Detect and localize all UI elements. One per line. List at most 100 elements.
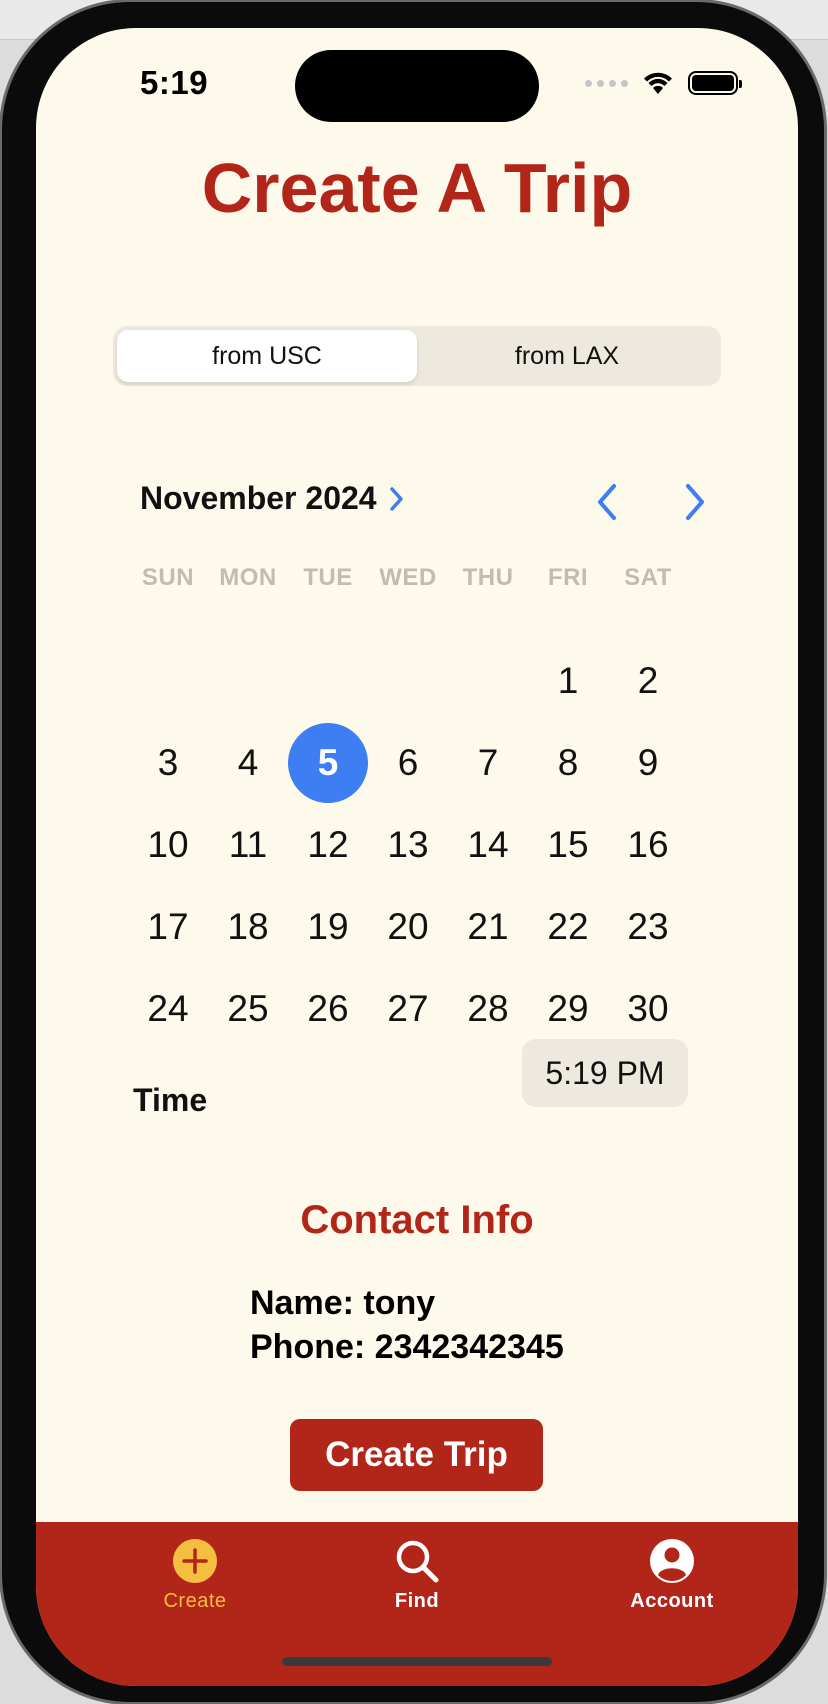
calendar-day-number: 1 <box>557 660 579 701</box>
calendar-day-number: 4 <box>237 742 259 783</box>
calendar-day[interactable]: 1 <box>528 640 608 722</box>
segment-from-usc[interactable]: from USC <box>117 330 417 382</box>
calendar-day-number: 23 <box>627 906 669 947</box>
tab-label: Find <box>394 1590 440 1612</box>
calendar-day[interactable]: 22 <box>528 886 608 968</box>
calendar-day[interactable]: 28 <box>448 968 528 1050</box>
app-screen: 5:19 Create A Trip from USC from LAX Nov… <box>36 28 798 1686</box>
weekday-label: TUE <box>303 564 353 591</box>
next-month-button[interactable] <box>674 480 714 524</box>
calendar-day[interactable]: 13 <box>368 804 448 886</box>
calendar-day-number: 27 <box>387 988 429 1029</box>
battery-icon <box>688 71 742 95</box>
contact-name: Name: tony <box>250 1284 436 1322</box>
time-picker-button[interactable]: 5:19 PM <box>522 1039 688 1107</box>
calendar-day-number: 17 <box>147 906 189 947</box>
calendar-day-number: 22 <box>547 906 589 947</box>
calendar-day-number: 29 <box>547 988 589 1029</box>
calendar-day[interactable]: 30 <box>608 968 688 1050</box>
calendar-day[interactable]: 19 <box>288 886 368 968</box>
weekday-label: SUN <box>141 564 195 591</box>
calendar-day[interactable]: 15 <box>528 804 608 886</box>
calendar-day[interactable]: 12 <box>288 804 368 886</box>
calendar-day-number: 19 <box>307 906 349 947</box>
tab-label: Account <box>630 1590 714 1612</box>
calendar-day-number: 7 <box>477 742 499 783</box>
calendar-day[interactable]: 24 <box>128 968 208 1050</box>
calendar-day[interactable]: 21 <box>448 886 528 968</box>
tab-find[interactable]: Find <box>332 1538 502 1613</box>
calendar-day-number: 3 <box>157 742 179 783</box>
segment-from-lax[interactable]: from LAX <box>417 330 717 382</box>
weekday-label: FRI <box>547 564 589 591</box>
previous-month-button[interactable] <box>588 480 628 524</box>
calendar-empty-cell <box>288 640 368 722</box>
calendar-day[interactable]: 11 <box>208 804 288 886</box>
calendar-day[interactable]: 4 <box>208 722 288 804</box>
weekday-label: SAT <box>624 564 672 591</box>
chevron-right-icon <box>389 486 403 511</box>
calendar-day-number: 5 <box>288 723 368 803</box>
calendar-day[interactable]: 20 <box>368 886 448 968</box>
calendar-empty-cell <box>208 640 288 722</box>
weekday-label: WED <box>379 564 437 591</box>
calendar-day[interactable]: 8 <box>528 722 608 804</box>
calendar-day[interactable]: 6 <box>368 722 448 804</box>
calendar-day-number <box>368 641 448 721</box>
status-bar-icons <box>585 68 742 98</box>
calendar-day-number: 25 <box>227 988 269 1029</box>
person-circle-icon <box>650 1539 694 1583</box>
tab-label: Create <box>163 1590 227 1612</box>
calendar-day[interactable]: 7 <box>448 722 528 804</box>
time-label: Time <box>133 1082 208 1118</box>
calendar-day[interactable]: 26 <box>288 968 368 1050</box>
calendar-day-number: 28 <box>467 988 509 1029</box>
weekday-label: MON <box>219 564 277 591</box>
plus-circle-icon <box>173 1539 217 1583</box>
weekday-label: THU <box>462 564 514 591</box>
calendar-day-number: 10 <box>147 824 189 865</box>
calendar-day[interactable]: 18 <box>208 886 288 968</box>
create-trip-button[interactable]: Create Trip <box>290 1419 543 1491</box>
route-segmented-control: from USC from LAX <box>113 326 721 386</box>
calendar-day[interactable]: 29 <box>528 968 608 1050</box>
calendar-day[interactable]: 3 <box>128 722 208 804</box>
calendar-empty-cell <box>128 640 208 722</box>
dynamic-island <box>295 50 539 122</box>
calendar-day-number: 12 <box>307 824 349 865</box>
tab-account[interactable]: Account <box>587 1538 757 1613</box>
calendar-day[interactable]: 14 <box>448 804 528 886</box>
calendar-day-number: 16 <box>627 824 669 865</box>
calendar-day-number: 24 <box>147 988 189 1029</box>
calendar-day-number: 8 <box>557 742 579 783</box>
calendar-day-number: 26 <box>307 988 349 1029</box>
calendar-day-number <box>128 641 208 721</box>
calendar-day-number <box>448 641 528 721</box>
calendar-day[interactable]: 27 <box>368 968 448 1050</box>
calendar-empty-cell <box>368 640 448 722</box>
calendar-day-selected[interactable]: 5 <box>288 722 368 804</box>
calendar-day-number: 15 <box>547 824 589 865</box>
calendar-day-number <box>208 641 288 721</box>
chevron-right-icon <box>686 484 704 520</box>
calendar-day-number <box>288 641 368 721</box>
contact-phone: Phone: 2342342345 <box>250 1328 564 1366</box>
tab-create[interactable]: Create <box>110 1538 280 1613</box>
cellular-signal-icon <box>585 79 628 87</box>
calendar-day[interactable]: 9 <box>608 722 688 804</box>
calendar-days-grid: 1 2 3 4 5 6 7 8 9 10 11 12 13 14 15 16 17 18 19 20 21 22 23 24 2… <box>128 640 688 1050</box>
calendar-day-number: 21 <box>467 906 509 947</box>
calendar-day[interactable]: 2 <box>608 640 688 722</box>
calendar-day[interactable]: 10 <box>128 804 208 886</box>
page-title: Create A Trip <box>201 149 633 227</box>
calendar-day[interactable]: 16 <box>608 804 688 886</box>
calendar-day-number: 14 <box>467 824 509 865</box>
calendar-day[interactable]: 17 <box>128 886 208 968</box>
month-year-picker[interactable]: November 2024 <box>140 480 405 517</box>
wifi-icon <box>644 72 672 94</box>
calendar-day-number: 20 <box>387 906 429 947</box>
home-indicator <box>282 1657 552 1666</box>
calendar-day-number: 11 <box>228 824 268 865</box>
calendar-day[interactable]: 23 <box>608 886 688 968</box>
calendar-day[interactable]: 25 <box>208 968 288 1050</box>
